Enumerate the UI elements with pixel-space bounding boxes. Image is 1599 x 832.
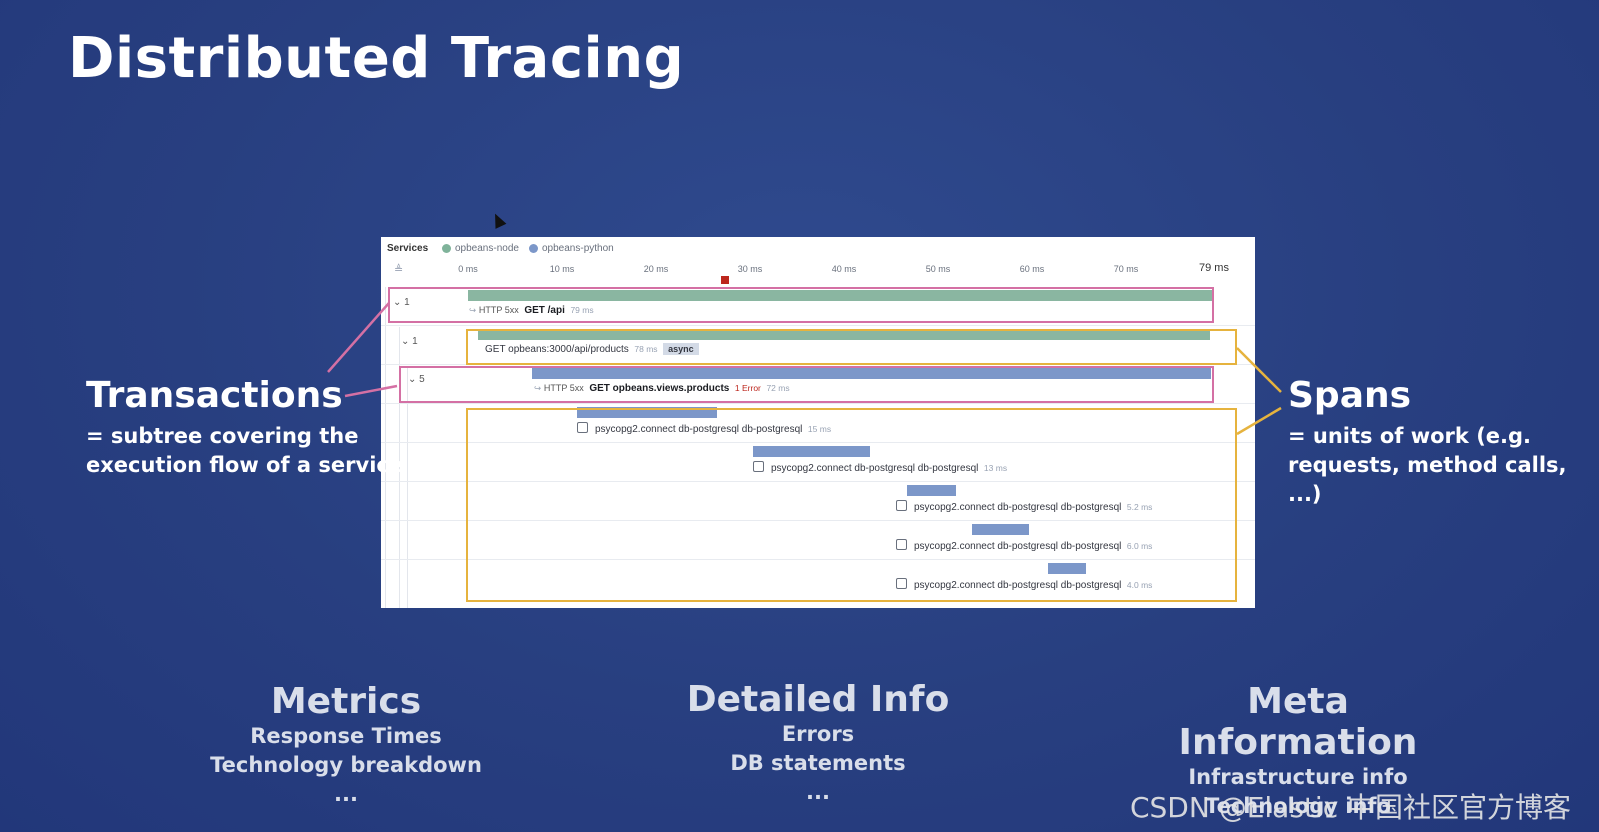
metrics-column: Metrics Response Times Technology breakd… — [210, 681, 482, 809]
transactions-heading: Transactions — [86, 375, 343, 416]
transactions-description-line1: = subtree covering the — [86, 424, 359, 448]
spans-heading: Spans — [1288, 375, 1412, 416]
meta-information-heading: Meta Information — [1178, 681, 1418, 763]
metrics-item: Response Times — [250, 724, 442, 748]
detailed-info-item: Errors — [781, 722, 855, 746]
transactions-description-line2: execution flow of a service — [86, 453, 404, 477]
detailed-info-item: DB statements — [730, 751, 906, 775]
metrics-item: Technology breakdown — [210, 753, 482, 777]
watermark: CSDN @Elastic 中国社区官方博客 — [1129, 791, 1571, 824]
detailed-info-column: Detailed Info Errors DB statements ... — [687, 679, 950, 807]
metrics-heading: Metrics — [270, 681, 422, 722]
spans-description-line2: requests, method calls, ...) — [1288, 453, 1567, 506]
detailed-info-item: ... — [806, 780, 830, 804]
spans-description-line1: = units of work (e.g. — [1288, 424, 1532, 448]
metrics-item: ... — [334, 782, 358, 806]
detailed-info-heading: Detailed Info — [686, 679, 950, 720]
